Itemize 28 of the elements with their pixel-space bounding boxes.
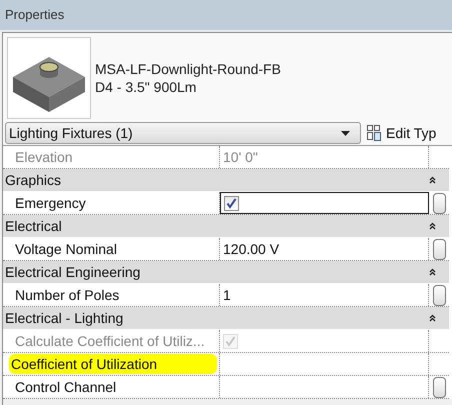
collapse-icon[interactable] bbox=[429, 314, 436, 322]
group-header[interactable]: Electrical bbox=[3, 215, 449, 238]
property-value[interactable]: 1 bbox=[220, 284, 429, 306]
property-name: Voltage Nominal bbox=[3, 238, 220, 260]
edit-type-button[interactable]: Edit Typ bbox=[367, 125, 436, 141]
family-name: MSA-LF-Downlight-Round-FB bbox=[95, 61, 281, 77]
value-button[interactable] bbox=[432, 376, 446, 398]
collapse-icon[interactable] bbox=[429, 222, 436, 230]
property-value[interactable]: 120.00 V bbox=[220, 238, 429, 260]
property-name: Elevation bbox=[3, 146, 220, 168]
type-name: D4 - 3.5" 900Lm bbox=[95, 79, 198, 95]
value-button[interactable] bbox=[432, 284, 446, 306]
property-name: Control Channel bbox=[3, 376, 220, 398]
caret-icon bbox=[341, 130, 350, 136]
group-header[interactable]: Electrical - Lighting bbox=[3, 307, 449, 330]
value-button[interactable] bbox=[432, 238, 446, 260]
collapse-icon[interactable] bbox=[429, 268, 436, 276]
category-dropdown[interactable]: Lighting Fixtures (1) bbox=[5, 122, 361, 144]
property-name: Calculate Coefficient of Utiliz... bbox=[3, 330, 220, 352]
group-header[interactable]: Graphics bbox=[3, 169, 449, 192]
property-name: Number of Poles bbox=[3, 284, 220, 306]
panel-title: Properties bbox=[0, 0, 452, 32]
group-header[interactable]: Electrical Engineering bbox=[3, 261, 449, 284]
collapse-icon[interactable] bbox=[429, 176, 436, 184]
checkbox[interactable] bbox=[224, 196, 239, 210]
property-name: Emergency bbox=[3, 192, 220, 214]
type-properties-icon bbox=[367, 125, 381, 141]
value-button[interactable] bbox=[432, 192, 446, 214]
